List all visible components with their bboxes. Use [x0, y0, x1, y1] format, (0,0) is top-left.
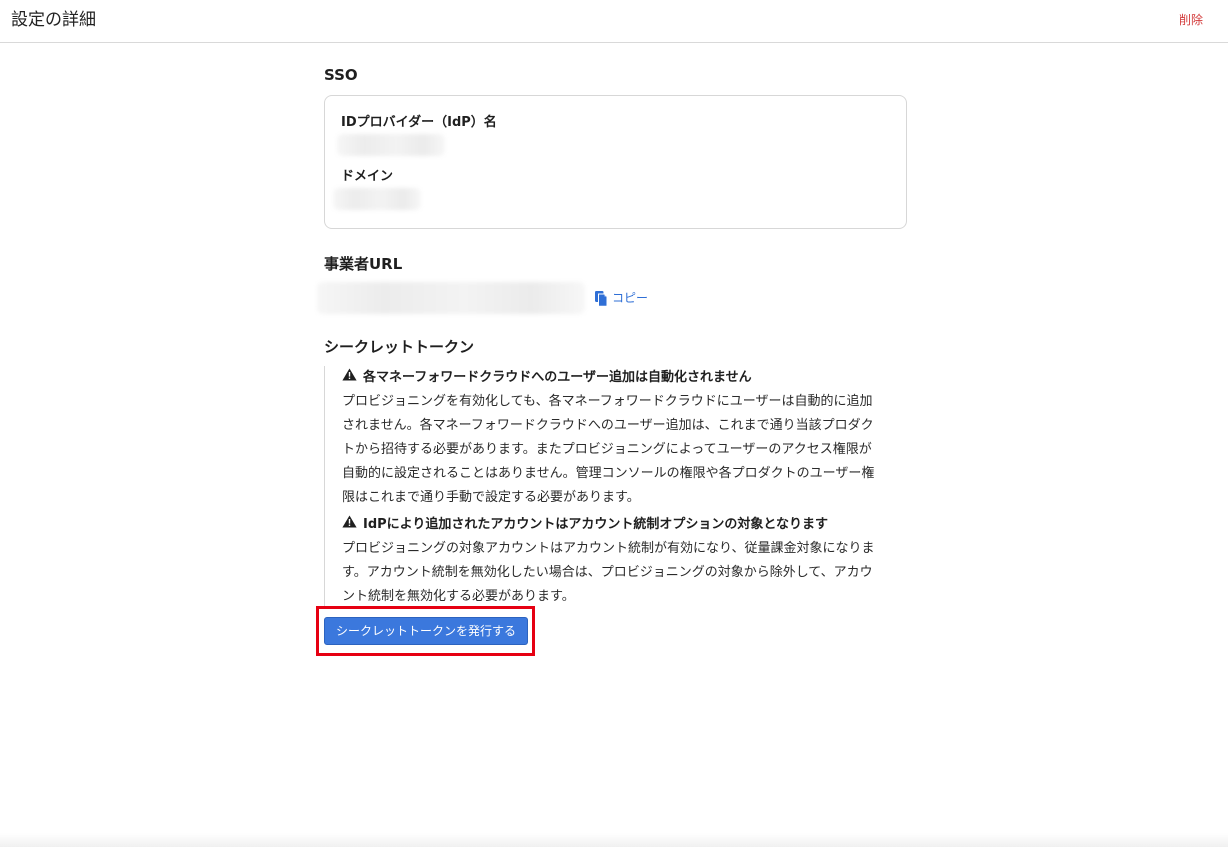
issue-button-highlight: シークレットトークンを発行する	[316, 606, 535, 656]
notice-heading: IdPにより追加されたアカウントはアカウント統制オプションの対象となります	[342, 513, 902, 537]
issue-secret-token-button[interactable]: シークレットトークンを発行する	[324, 617, 528, 645]
idp-name-value-redacted	[337, 134, 445, 156]
sso-section-title: SSO	[324, 66, 358, 84]
delete-button[interactable]: 削除	[1179, 12, 1203, 28]
sso-card: IDプロバイダー（IdP）名 ドメイン	[324, 95, 907, 229]
business-url-value-redacted	[317, 282, 585, 314]
notice-auto-add: 各マネーフォワードクラウドへのユーザー追加は自動化されません プロビジョニングを…	[342, 366, 902, 510]
warning-icon	[342, 366, 357, 390]
warning-icon	[342, 513, 357, 537]
copy-label: コピー	[612, 291, 649, 305]
domain-label: ドメイン	[341, 169, 394, 184]
page-header: 設定の詳細 削除	[0, 0, 1228, 43]
copy-url-button[interactable]: コピー	[594, 288, 648, 308]
secret-token-notice: 各マネーフォワードクラウドへのユーザー追加は自動化されません プロビジョニングを…	[324, 366, 907, 606]
bottom-shadow	[0, 833, 1228, 847]
copy-icon	[594, 290, 608, 307]
notice-body: プロビジョニングの対象アカウントはアカウント統制が有効になり、従量課金対象になり…	[342, 541, 875, 604]
notice-body: プロビジョニングを有効化しても、各マネーフォワードクラウドにユーザーは自動的に追…	[342, 394, 875, 505]
settings-detail-page: 設定の詳細 削除 SSO IDプロバイダー（IdP）名 ドメイン 事業者URL …	[0, 0, 1228, 847]
page-title: 設定の詳細	[11, 10, 96, 30]
domain-value-redacted	[333, 188, 421, 210]
idp-name-label: IDプロバイダー（IdP）名	[341, 115, 497, 130]
notice-account-control: IdPにより追加されたアカウントはアカウント統制オプションの対象となります プロ…	[342, 513, 902, 609]
business-url-section-title: 事業者URL	[324, 255, 403, 273]
secret-token-section-title: シークレットトークン	[324, 338, 475, 356]
notice-heading: 各マネーフォワードクラウドへのユーザー追加は自動化されません	[342, 366, 902, 390]
